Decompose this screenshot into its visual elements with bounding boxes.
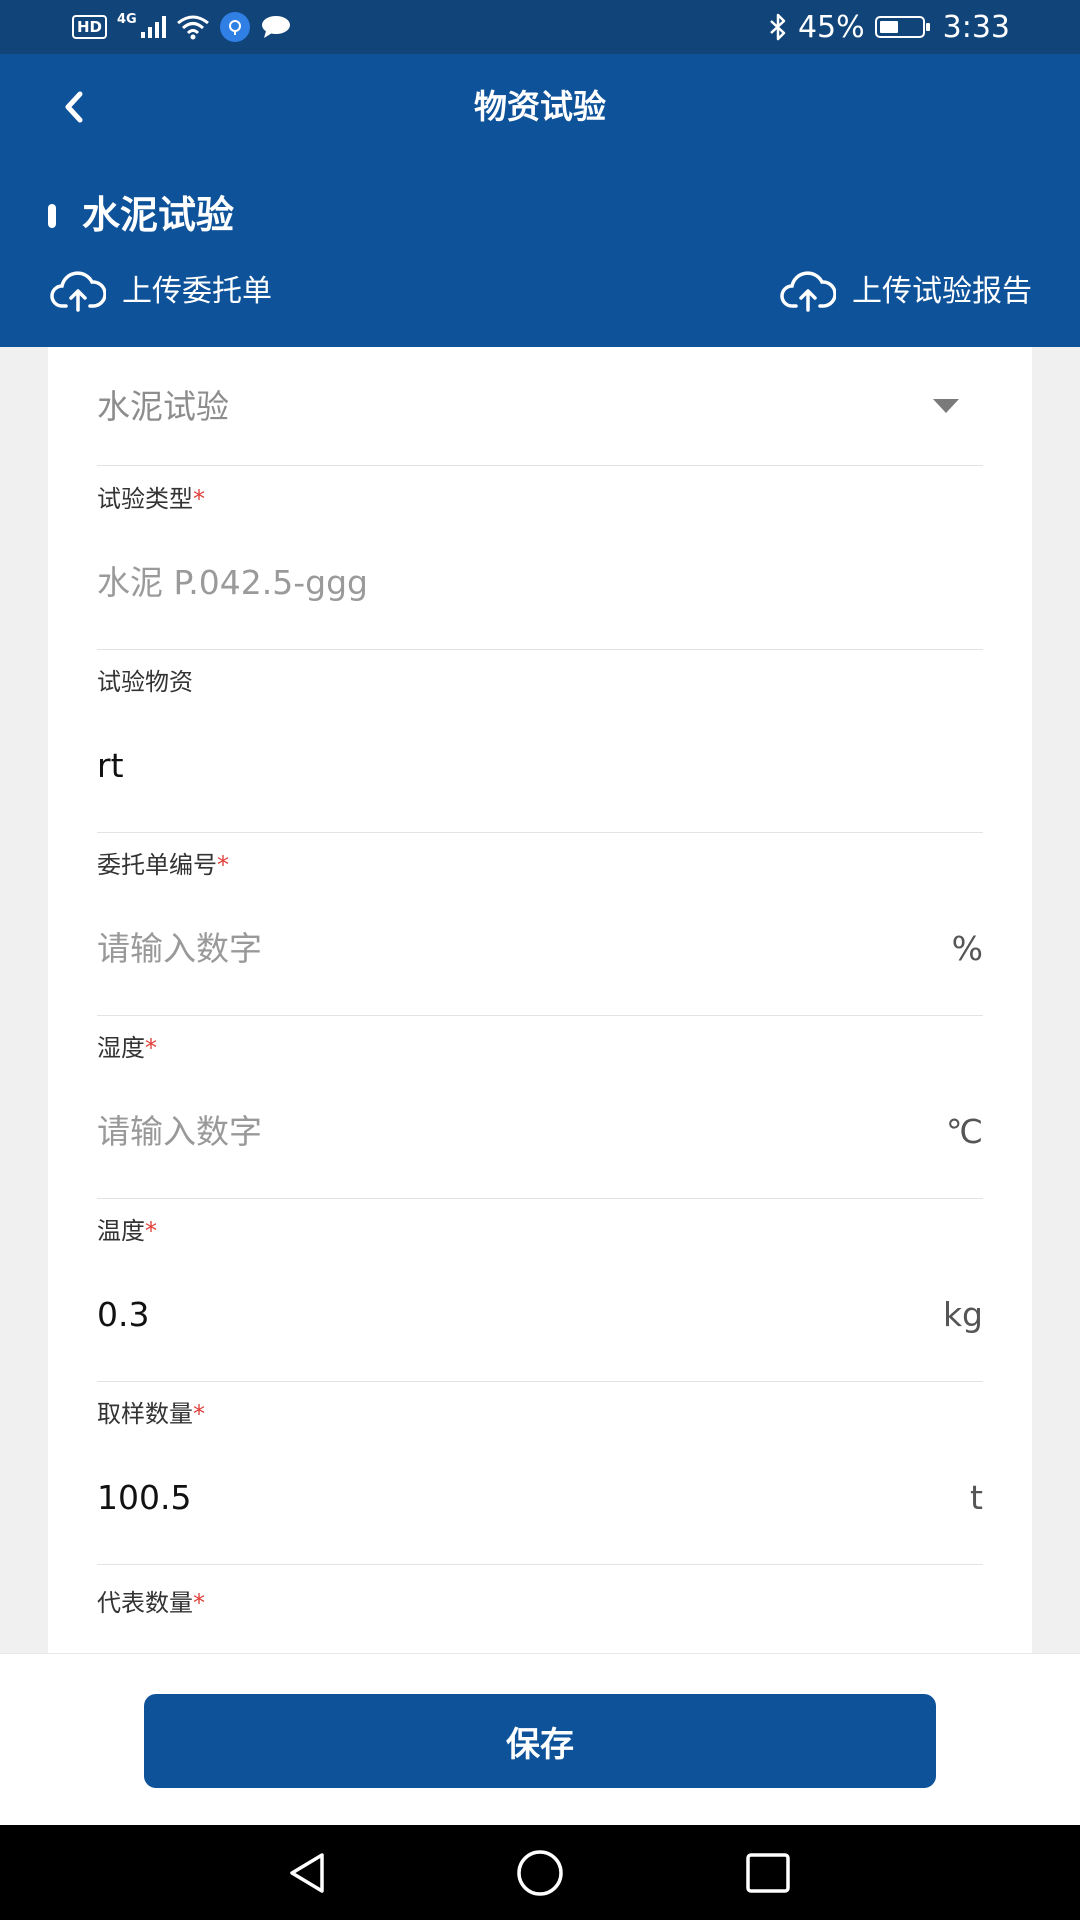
field-label: 取样数量	[97, 1400, 193, 1428]
page-title: 物资试验	[474, 87, 606, 126]
required-mark: *	[193, 1400, 205, 1428]
field-sample-quantity: 取样数量* 100.5 t	[97, 1381, 983, 1565]
sample-quantity-input[interactable]: 100.5	[97, 1477, 191, 1519]
field-test-material: 试验物资 rt	[97, 649, 983, 833]
back-triangle-icon[interactable]	[282, 1847, 334, 1899]
upload-report-label: 上传试验报告	[852, 274, 1032, 309]
field-label: 委托单编号	[97, 851, 217, 879]
recent-apps-icon[interactable]	[742, 1847, 794, 1899]
location-icon	[219, 12, 250, 42]
field-commission-number: 委托单编号* 请输入数字 %	[97, 832, 983, 1016]
save-button[interactable]: 保存	[144, 1694, 936, 1788]
hd-icon: HD	[72, 15, 108, 39]
temperature-input[interactable]: 0.3	[97, 1294, 149, 1336]
clock: 3:33	[942, 9, 1010, 45]
home-circle-icon[interactable]	[514, 1847, 566, 1899]
section-title: 水泥试验	[82, 193, 235, 237]
bottom-action-bar: 保存	[0, 1653, 1080, 1826]
field-label: 试验类型	[97, 485, 193, 513]
chat-icon	[261, 16, 290, 38]
unit-label: t	[970, 1478, 983, 1517]
system-nav-bar	[0, 1825, 1080, 1920]
required-mark: *	[145, 1217, 157, 1245]
section-marker	[48, 204, 56, 228]
field-representative-quantity: 代表数量*	[97, 1588, 205, 1618]
unit-label: kg	[942, 1295, 983, 1334]
field-label: 湿度	[97, 1034, 145, 1062]
test-type-value: 水泥 P.042.5-ggg	[97, 563, 368, 602]
upload-report-button[interactable]: 上传试验报告	[780, 270, 1032, 314]
battery-percent: 45%	[797, 9, 865, 45]
commission-number-input[interactable]: 请输入数字	[97, 928, 262, 970]
upload-commission-button[interactable]: 上传委托单	[50, 270, 272, 314]
field-label: 试验物资	[97, 668, 193, 696]
humidity-input[interactable]: 请输入数字	[97, 1111, 262, 1153]
required-mark: *	[193, 485, 205, 513]
test-material-input[interactable]: rt	[97, 745, 124, 787]
field-temperature: 温度* 0.3 kg	[97, 1198, 983, 1382]
bluetooth-icon	[770, 13, 786, 41]
signal-icon	[140, 16, 166, 38]
required-mark: *	[193, 1589, 205, 1617]
status-bar: HD 4G 45% 3:33	[0, 0, 1080, 54]
caret-down-icon	[933, 399, 959, 413]
app-header: 物资试验 水泥试验 上传委托单 上传试验报告	[0, 54, 1080, 347]
required-mark: *	[145, 1034, 157, 1062]
cloud-upload-icon	[780, 271, 836, 312]
field-humidity: 湿度* 请输入数字 ℃	[97, 1015, 983, 1199]
test-type-dropdown[interactable]: 水泥试验	[97, 347, 983, 466]
cloud-upload-icon	[50, 271, 106, 312]
field-test-type: 试验类型* 水泥 P.042.5-ggg	[97, 466, 983, 650]
unit-label: ℃	[945, 1112, 983, 1151]
dropdown-selected-value: 水泥试验	[97, 387, 229, 426]
battery-icon	[874, 16, 930, 38]
upload-commission-label: 上传委托单	[122, 274, 272, 309]
unit-label: %	[951, 929, 983, 968]
network-type: 4G	[117, 11, 137, 27]
status-left-icons: HD 4G	[72, 8, 292, 46]
wifi-icon	[176, 15, 209, 40]
required-mark: *	[217, 851, 229, 879]
form-card: 水泥试验 试验类型* 水泥 P.042.5-ggg 试验物资 rt 委托单编号*…	[48, 347, 1032, 1653]
status-right-icons: 45% 3:33	[768, 8, 1010, 46]
field-label: 温度	[97, 1217, 145, 1245]
field-label: 代表数量	[97, 1589, 193, 1617]
